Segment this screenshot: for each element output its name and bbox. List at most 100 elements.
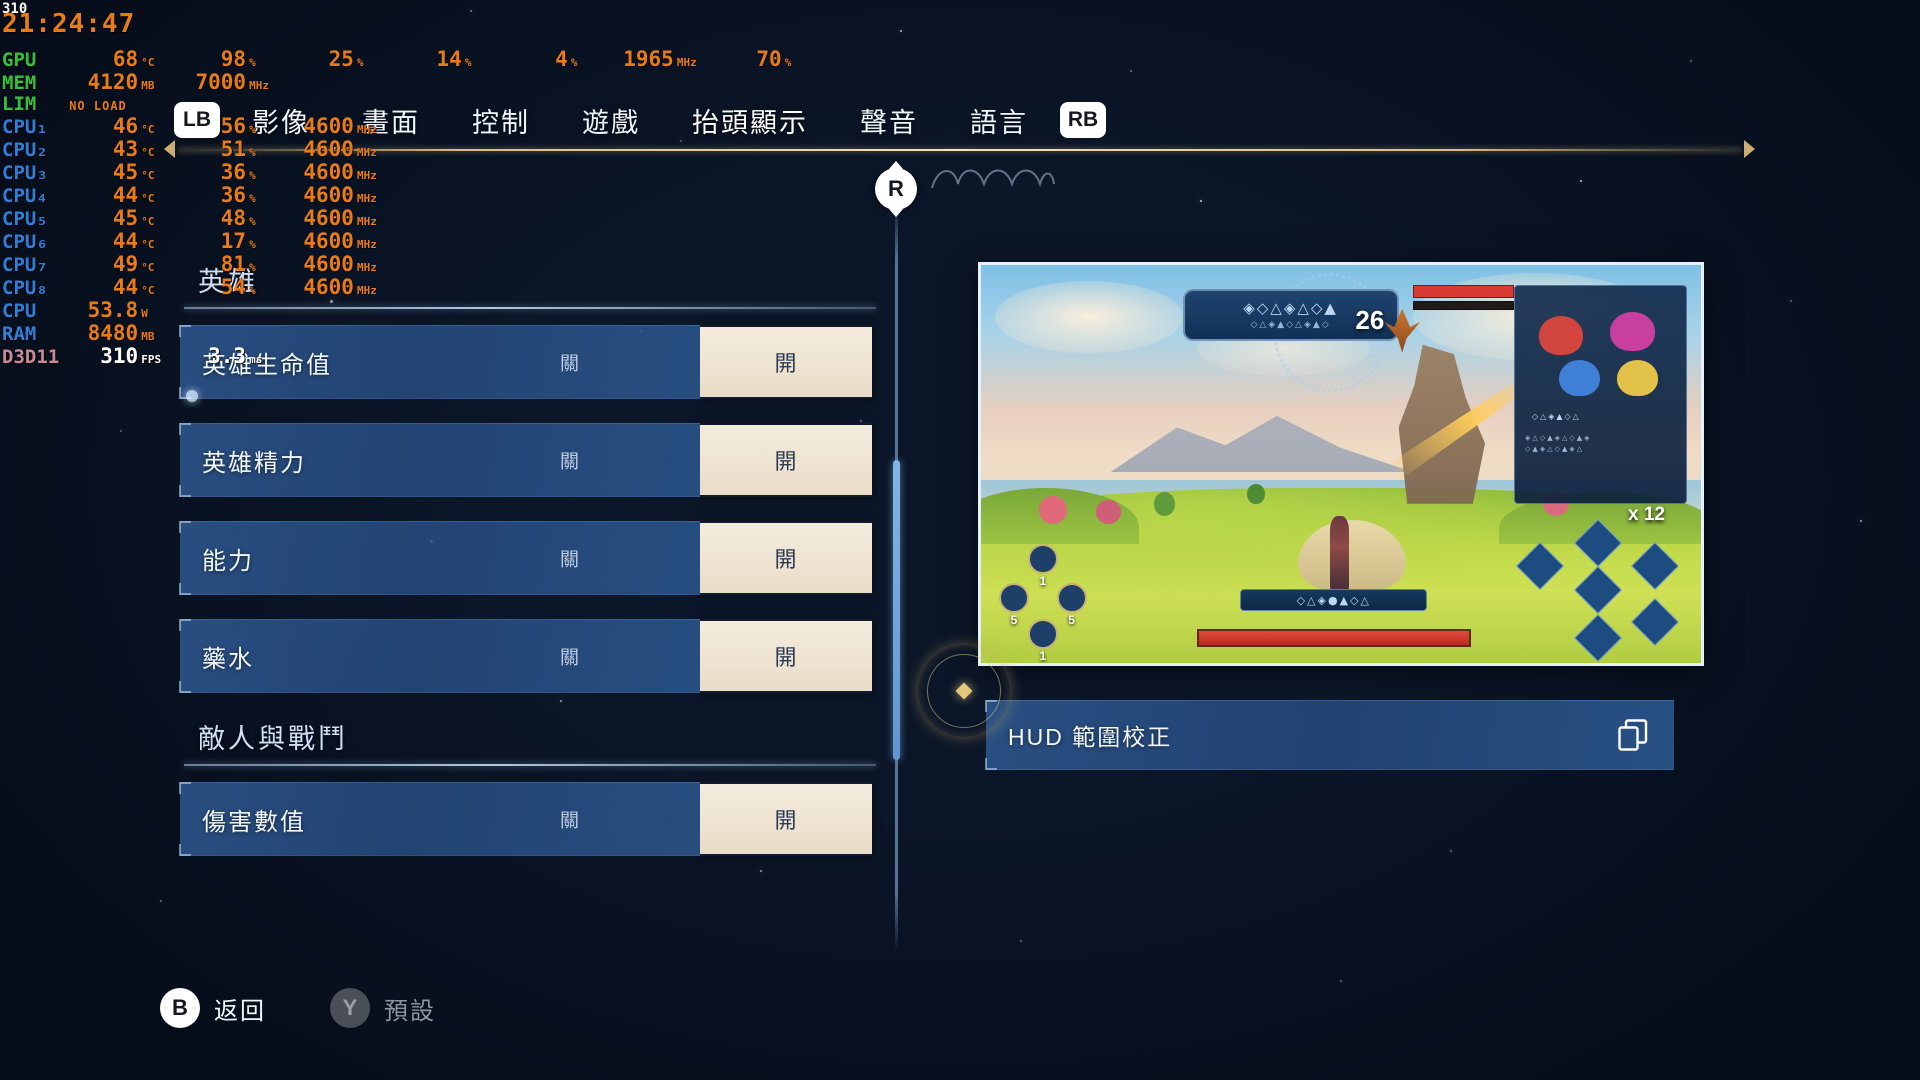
overlay-stat-value: 44 — [69, 231, 141, 254]
overlay-stat-value: 14 — [393, 49, 465, 72]
setting-row-body[interactable]: 藥水 關 — [180, 619, 700, 693]
setting-row[interactable]: 能力 關 開 — [180, 521, 872, 595]
overlay-stat-value: 68 — [69, 49, 141, 72]
overlay-stat-unit — [465, 231, 499, 254]
setting-row-body[interactable]: 英雄精力 關 — [180, 423, 700, 497]
row-corner-bottom-left — [179, 485, 191, 497]
overlay-stat-unit — [785, 346, 819, 369]
setting-option-off[interactable]: 關 — [560, 447, 580, 474]
overlay-stat-value — [285, 323, 357, 346]
overlay-stat-value — [499, 300, 571, 323]
preview-tree — [1096, 500, 1120, 524]
y-button-icon[interactable]: Y — [330, 988, 370, 1028]
setting-option-on[interactable]: 開 — [700, 521, 872, 595]
overlay-stat-value — [713, 346, 785, 369]
overlay-stat-unit — [785, 139, 819, 162]
setting-option-off[interactable]: 關 — [560, 545, 580, 572]
setting-row-body[interactable]: 傷害數值 關 — [180, 782, 700, 856]
overlay-stat-unit — [677, 185, 713, 208]
overlay-stat-label: GPU — [2, 49, 69, 72]
copy-icon[interactable] — [1618, 719, 1648, 751]
hud-calibration-row[interactable]: HUD 範圍校正 — [986, 700, 1674, 770]
overlay-stat-value — [713, 300, 785, 323]
overlay-stat-unit — [677, 162, 713, 185]
overlay-stat-unit — [465, 277, 499, 300]
setting-row[interactable]: 藥水 關 開 — [180, 619, 872, 693]
hud-preview-image: ◈◇△◈△◇▲ ◇△◈▲◇△◈▲◇ 26 ◇△◈●▲◇△ 1 5 5 1 ◇△◈… — [978, 262, 1704, 666]
scrollbar-thumb[interactable] — [893, 460, 900, 760]
preview-hero-health-bar — [1197, 629, 1471, 647]
preview-tree — [1247, 484, 1264, 504]
preview-inventory-rune: ◇△◈▲◇△ — [1532, 412, 1581, 421]
overlay-stat-value — [499, 346, 571, 369]
nav-tab-6[interactable]: 語言 — [944, 101, 1054, 140]
overlay-stat-value: 53.8 — [69, 300, 141, 323]
overlay-stat-unit: % — [785, 49, 819, 72]
overlay-stat-unit — [677, 277, 713, 300]
overlay-stat-value — [605, 208, 677, 231]
preview-potion-slot: 5 — [1057, 583, 1087, 613]
overlay-stat-row: D3D11 310 FPS 3.3 ms — [2, 346, 819, 369]
overlay-stat-value — [605, 116, 677, 139]
overlay-stat-value: 4600 — [285, 231, 357, 254]
prompt-y[interactable]: Y 預設 — [330, 988, 436, 1028]
overlay-stat-unit — [357, 323, 393, 346]
preview-damage-number: 26 — [1355, 305, 1384, 336]
right-stick-up-arrow — [889, 161, 903, 169]
overlay-stat-unit — [677, 72, 713, 95]
overlay-stat-unit: MHz — [357, 139, 393, 162]
overlay-stat-unit — [677, 300, 713, 323]
prompt-b[interactable]: B 返回 — [160, 988, 266, 1028]
scrollbar-track[interactable] — [893, 200, 900, 952]
overlay-stat-unit: % — [357, 49, 393, 72]
setting-option-on[interactable]: 開 — [700, 782, 872, 856]
setting-row[interactable]: 英雄精力 關 開 — [180, 423, 872, 497]
overlay-stat-unit — [677, 116, 713, 139]
overlay-stat-unit: MHz — [357, 185, 393, 208]
overlay-stat-unit: MHz — [357, 277, 393, 300]
overlay-stat-row: MEM 4120 MB 7000 MHz — [2, 72, 819, 95]
prompt-label: 返回 — [214, 991, 266, 1026]
overlay-stat-unit: % — [249, 208, 285, 231]
setting-row[interactable]: 傷害數值 關 開 — [180, 782, 872, 856]
overlay-stat-unit: °C — [141, 49, 177, 72]
overlay-stat-value: 98 — [177, 49, 249, 72]
overlay-stat-unit — [571, 185, 605, 208]
row-corner-top-left — [179, 521, 191, 533]
row-corner-top-left — [179, 619, 191, 631]
overlay-stat-value — [713, 323, 785, 346]
setting-option-off[interactable]: 關 — [560, 643, 580, 670]
overlay-stat-label: CPU₇ — [2, 254, 69, 277]
overlay-stat-value — [393, 277, 465, 300]
right-bumper-icon[interactable]: RB — [1060, 102, 1106, 138]
star — [1860, 520, 1862, 522]
overlay-stat-value — [499, 323, 571, 346]
preview-enemy-health-bar — [1413, 285, 1514, 298]
overlay-stat-unit: ms — [249, 346, 285, 369]
preview-prompt-rune: ◇△◈●▲◇△ — [1297, 594, 1371, 607]
overlay-stat-value: 70 — [713, 49, 785, 72]
setting-row-body[interactable]: 能力 關 — [180, 521, 700, 595]
overlay-stat-value — [499, 208, 571, 231]
overlay-stat-value: 45 — [69, 208, 141, 231]
setting-option-off[interactable]: 關 — [560, 806, 580, 833]
overlay-stat-unit — [677, 254, 713, 277]
overlay-stat-value — [499, 139, 571, 162]
overlay-stat-unit — [571, 116, 605, 139]
preview-item-count: x 12 — [1628, 504, 1665, 526]
overlay-stat-value: 43 — [69, 139, 141, 162]
overlay-stat-value: 4 — [499, 49, 571, 72]
overlay-stat-row: CPU 53.8 W — [2, 300, 819, 323]
b-button-icon[interactable]: B — [160, 988, 200, 1028]
setting-label: 能力 — [180, 541, 254, 576]
nav-tab-5[interactable]: 聲音 — [834, 101, 944, 140]
button-prompts: B 返回 Y 預設 — [160, 988, 500, 1028]
overlay-stat-value — [285, 300, 357, 323]
overlay-stat-unit — [465, 300, 499, 323]
overlay-stat-unit: % — [249, 185, 285, 208]
overlay-stat-unit — [785, 231, 819, 254]
overlay-stat-value — [393, 208, 465, 231]
star — [1200, 200, 1202, 202]
setting-option-on[interactable]: 開 — [700, 423, 872, 497]
setting-option-on[interactable]: 開 — [700, 619, 872, 693]
